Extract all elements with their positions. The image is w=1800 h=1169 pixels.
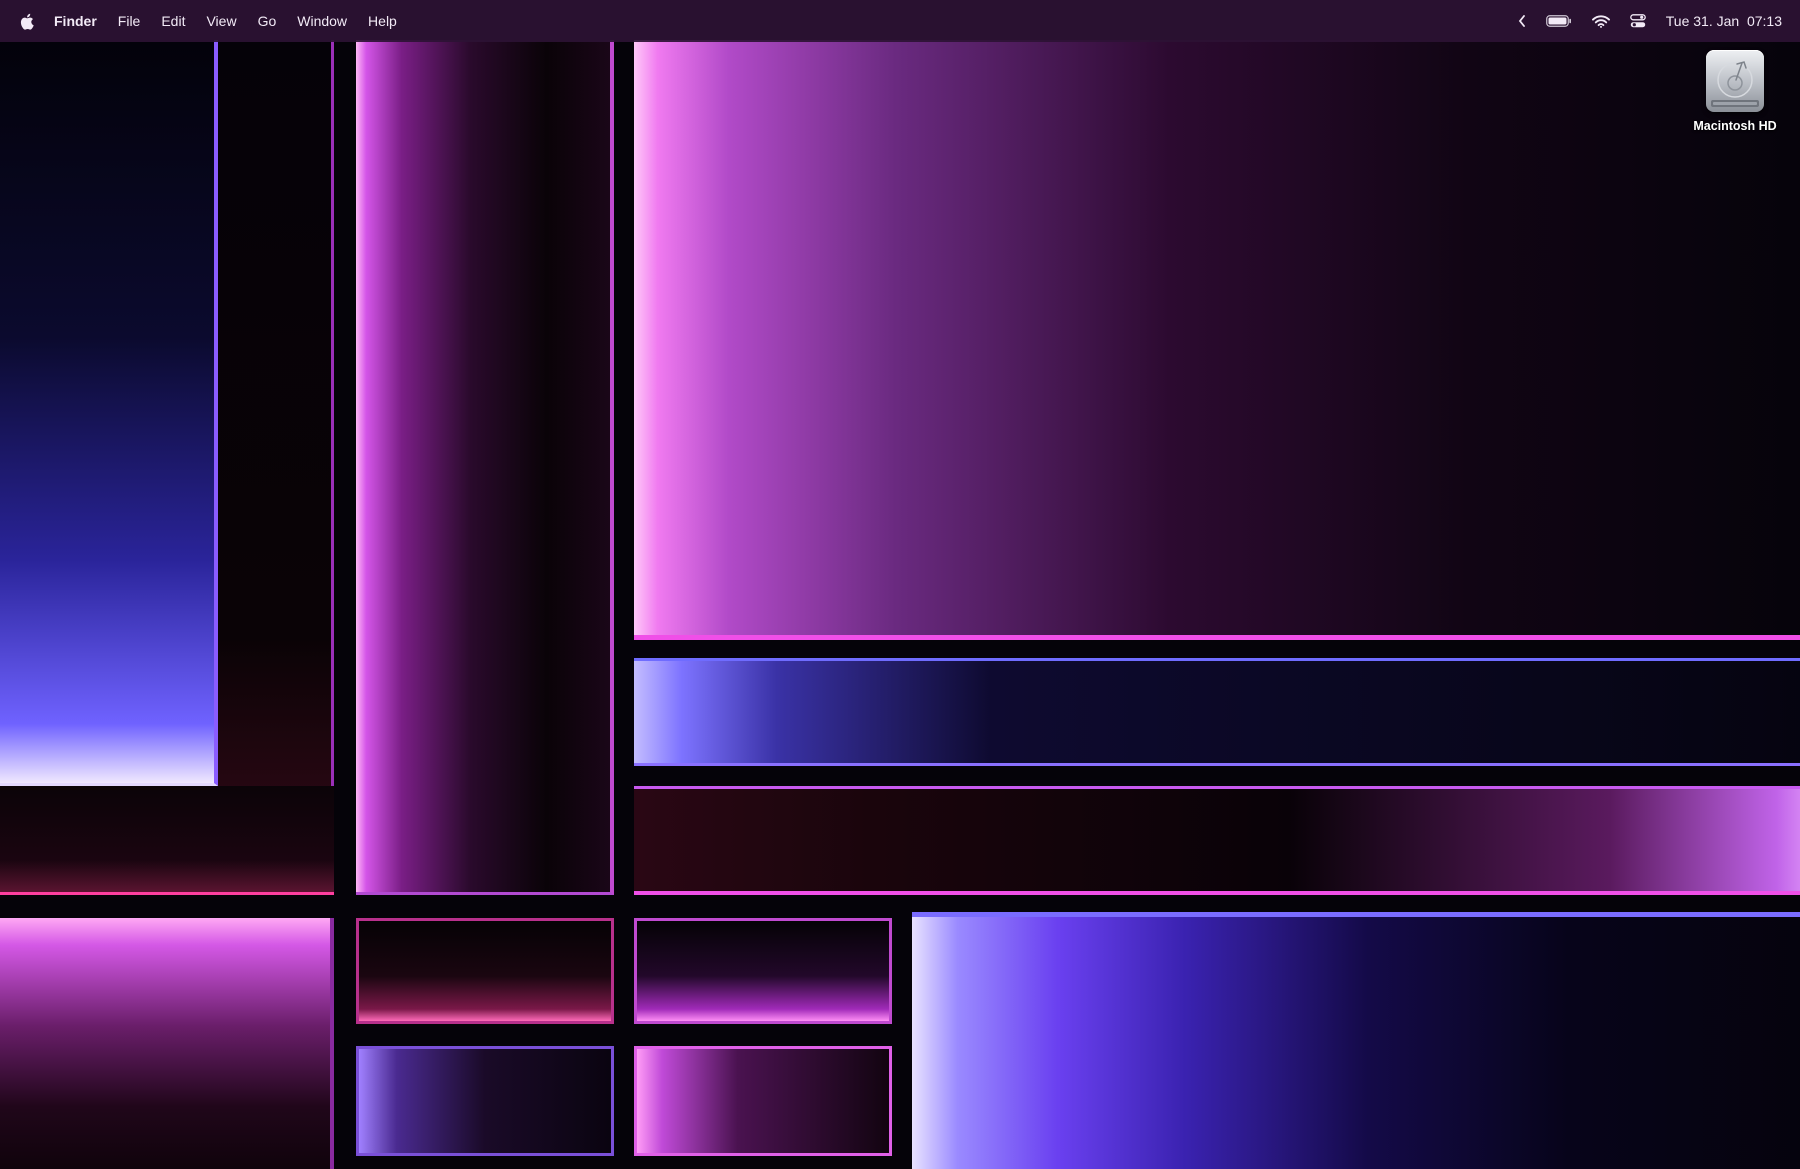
menu-bar-clock[interactable]: Tue 31. Jan 07:13 (1666, 13, 1782, 29)
battery-icon[interactable] (1545, 15, 1572, 27)
clock-date: Tue 31. Jan (1665, 13, 1740, 29)
wallpaper-panel (356, 918, 614, 1024)
menu-file[interactable]: File (118, 13, 141, 29)
wallpaper-panel (634, 658, 1800, 766)
desktop-icon-label: Macintosh HD (1693, 119, 1777, 133)
menu-help[interactable]: Help (368, 13, 397, 29)
wallpaper-panel (0, 40, 218, 786)
desktop-icon-macintosh-hd[interactable]: Macintosh HD (1680, 50, 1790, 133)
wallpaper-panel (634, 918, 892, 1024)
wallpaper-panel (912, 912, 1800, 1169)
wallpaper-panel (0, 918, 334, 1169)
wallpaper-panel (634, 40, 1800, 640)
hard-disk-icon (1706, 50, 1764, 112)
wallpaper-panel (356, 40, 614, 895)
chevron-left-icon[interactable] (1518, 15, 1526, 27)
clock-time: 07:13 (1746, 13, 1782, 29)
menu-bar-left: Finder File Edit View Go Window Help (0, 0, 418, 42)
menu-bar: Finder File Edit View Go Window Help Tue… (0, 0, 1800, 42)
desktop[interactable]: Finder File Edit View Go Window Help Tue… (0, 0, 1800, 1169)
wallpaper-panel (218, 40, 334, 895)
menu-window[interactable]: Window (297, 13, 347, 29)
wallpaper-panel (356, 1046, 614, 1156)
wallpaper-panel (0, 786, 334, 895)
control-center-icon[interactable] (1629, 14, 1646, 28)
wifi-icon[interactable] (1591, 14, 1610, 28)
wallpaper-panel (634, 786, 1800, 895)
wallpaper-panel (634, 1046, 892, 1156)
menu-go[interactable]: Go (258, 13, 277, 29)
menu-app-name[interactable]: Finder (54, 13, 97, 29)
menu-view[interactable]: View (206, 13, 236, 29)
menu-bar-right: Tue 31. Jan 07:13 (1498, 0, 1782, 42)
apple-menu-icon[interactable] (18, 12, 34, 30)
menu-edit[interactable]: Edit (161, 13, 185, 29)
